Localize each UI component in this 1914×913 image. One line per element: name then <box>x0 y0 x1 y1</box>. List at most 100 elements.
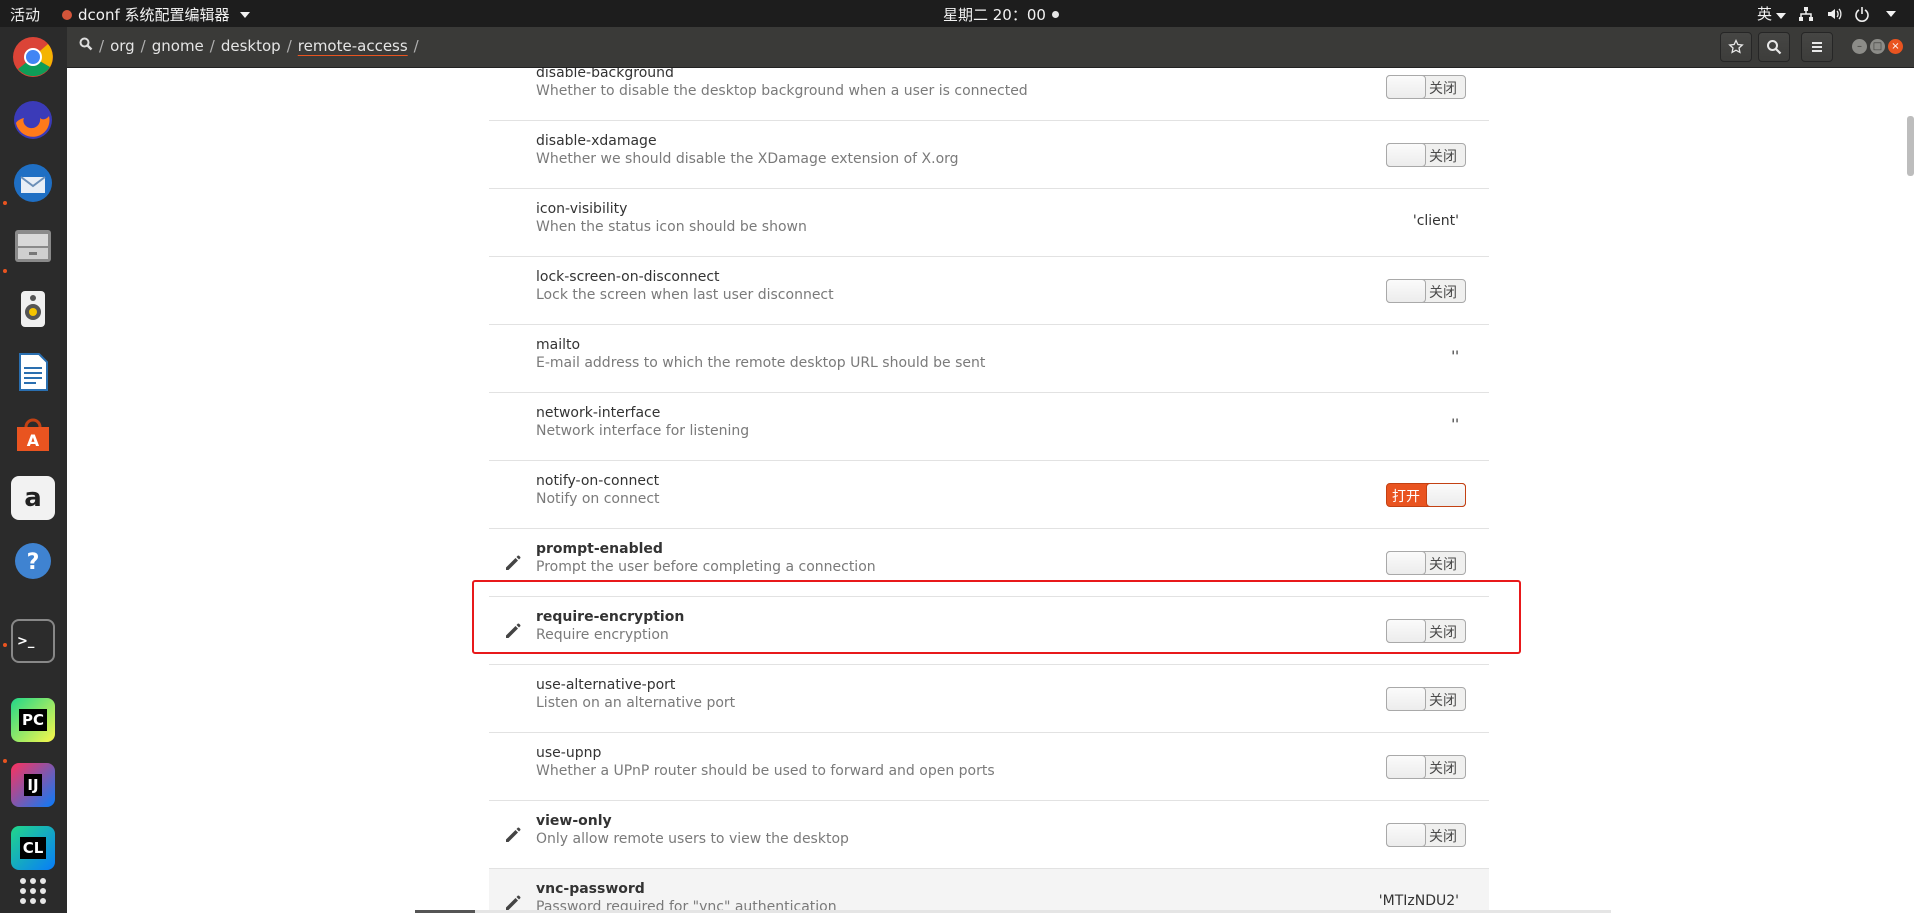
key-row-use-alternative-port[interactable]: use-alternative-port Listen on an alterna… <box>489 665 1489 733</box>
key-description: Listen on an alternative port <box>536 695 736 711</box>
search-icon[interactable] <box>79 37 93 55</box>
key-description: Whether to disable the desktop backgroun… <box>536 83 1028 99</box>
network-icon[interactable] <box>1798 6 1814 22</box>
key-switch[interactable]: 关闭 <box>1386 551 1466 575</box>
key-row-view-only[interactable]: view-only Only allow remote users to view… <box>489 801 1489 869</box>
highlight-box <box>472 580 1521 654</box>
key-switch[interactable]: 打开 <box>1386 483 1466 507</box>
keys-list: disable-background Whether to disable the… <box>489 68 1489 913</box>
key-name: disable-background <box>536 68 674 81</box>
amazon-icon-glyph: a <box>24 483 42 513</box>
key-value: 'client' <box>1412 213 1459 229</box>
pycharm-icon[interactable]: PC <box>11 698 55 742</box>
firefox-icon[interactable] <box>11 98 55 142</box>
chevron-down-icon <box>239 11 250 18</box>
close-icon[interactable]: × <box>1888 39 1903 54</box>
key-value: '' <box>1451 417 1459 433</box>
breadcrumb-item-org[interactable]: org <box>110 37 135 55</box>
breadcrumb-separator: / <box>413 37 419 55</box>
key-value: '' <box>1451 349 1459 365</box>
amazon-icon[interactable]: a <box>11 476 55 520</box>
breadcrumb-item-desktop[interactable]: desktop <box>221 37 281 55</box>
breadcrumb-item-gnome[interactable]: gnome <box>152 37 204 55</box>
switch-label: 打开 <box>1392 489 1420 505</box>
input-method-indicator[interactable]: 英 <box>1757 3 1786 24</box>
clock[interactable]: 星期二 20：00 <box>943 4 1059 25</box>
key-name: notify-on-connect <box>536 473 660 489</box>
bookmarks-button[interactable] <box>1720 32 1752 62</box>
key-value: 'MTIzNDU2' <box>1378 893 1459 909</box>
search-button[interactable] <box>1758 32 1790 62</box>
key-name: lock-screen-on-disconnect <box>536 269 720 285</box>
key-name: prompt-enabled <box>536 541 663 557</box>
key-name: vnc-password <box>536 881 645 897</box>
key-description: When the status icon should be shown <box>536 219 807 235</box>
dock: A a ? >_ PC IJ CL <box>0 27 67 913</box>
thunderbird-icon[interactable] <box>11 161 55 205</box>
power-icon[interactable] <box>1854 6 1870 22</box>
breadcrumb-item-remote-access[interactable]: remote-access <box>298 37 408 55</box>
system-tray[interactable]: 英 <box>1757 3 1896 24</box>
pycharm-icon-glyph: PC <box>18 709 47 731</box>
switch-knob <box>1386 143 1426 167</box>
running-indicator <box>3 269 7 273</box>
menu-button[interactable] <box>1801 32 1833 62</box>
app-menu-label: dconf 系统配置编辑器 <box>78 6 230 24</box>
switch-knob <box>1386 75 1426 99</box>
key-description: E-mail address to which the remote deskt… <box>536 355 986 371</box>
rhythmbox-icon[interactable] <box>11 287 55 331</box>
key-row-notify-on-connect[interactable]: notify-on-connect Notify on connect 打开 <box>489 461 1489 529</box>
running-indicator <box>3 201 7 205</box>
pencil-icon <box>503 553 523 573</box>
key-row-disable-xdamage[interactable]: disable-xdamage Whether we should disable… <box>489 121 1489 189</box>
switch-knob <box>1386 687 1426 711</box>
key-switch[interactable]: 关闭 <box>1386 755 1466 779</box>
key-switch[interactable]: 关闭 <box>1386 823 1466 847</box>
dconf-app-icon <box>62 9 72 20</box>
hamburger-icon <box>1812 42 1822 52</box>
switch-knob <box>1386 551 1426 575</box>
switch-label: 关闭 <box>1429 693 1457 709</box>
key-row-network-interface[interactable]: network-interface Network interface for l… <box>489 393 1489 461</box>
files-icon[interactable] <box>11 224 55 268</box>
search-icon <box>1767 40 1782 55</box>
libreoffice-writer-icon[interactable] <box>11 350 55 394</box>
intellij-icon-glyph: IJ <box>24 774 42 796</box>
terminal-icon-glyph: >_ <box>17 633 35 649</box>
breadcrumb-separator: / <box>286 37 292 55</box>
clion-icon[interactable]: CL <box>11 826 55 870</box>
key-switch[interactable]: 关闭 <box>1386 687 1466 711</box>
maximize-icon[interactable]: □ <box>1870 39 1885 54</box>
terminal-icon[interactable]: >_ <box>11 619 55 663</box>
key-switch[interactable]: 关闭 <box>1386 75 1466 99</box>
key-name: network-interface <box>536 405 661 421</box>
key-row-use-upnp[interactable]: use-upnp Whether a UPnP router should be … <box>489 733 1489 801</box>
breadcrumb: / org / gnome / desktop / remote-access … <box>79 37 419 55</box>
activities-button[interactable]: 活动 <box>10 4 40 25</box>
clion-icon-glyph: CL <box>19 837 47 859</box>
chrome-icon[interactable] <box>11 35 55 79</box>
key-description: Network interface for listening <box>536 423 750 439</box>
key-switch[interactable]: 关闭 <box>1386 143 1466 167</box>
key-switch[interactable]: 关闭 <box>1386 279 1466 303</box>
switch-label: 关闭 <box>1429 81 1457 97</box>
key-row-lock-screen-on-disconnect[interactable]: lock-screen-on-disconnect Lock the screen… <box>489 257 1489 325</box>
minimize-icon[interactable]: – <box>1852 39 1867 54</box>
svg-text:?: ? <box>27 550 40 575</box>
intellij-icon[interactable]: IJ <box>11 763 55 807</box>
switch-knob <box>1386 823 1426 847</box>
breadcrumb-separator: / <box>140 37 146 55</box>
volume-icon[interactable] <box>1826 6 1842 22</box>
app-menu[interactable]: dconf 系统配置编辑器 <box>62 4 250 25</box>
key-name: use-alternative-port <box>536 677 676 693</box>
key-row-disable-background[interactable]: disable-background Whether to disable the… <box>489 68 1489 121</box>
show-applications-icon[interactable] <box>11 869 55 913</box>
software-center-icon[interactable]: A <box>11 413 55 457</box>
key-row-vnc-password[interactable]: vnc-password Password required for "vnc" … <box>489 869 1489 913</box>
key-row-icon-visibility[interactable]: icon-visibility When the status icon shou… <box>489 189 1489 257</box>
key-row-mailto[interactable]: mailto E-mail address to which the remote… <box>489 325 1489 393</box>
key-description: Notify on connect <box>536 491 660 507</box>
help-icon[interactable]: ? <box>11 539 55 583</box>
scrollbar[interactable] <box>1907 116 1914 176</box>
switch-knob <box>1386 755 1426 779</box>
